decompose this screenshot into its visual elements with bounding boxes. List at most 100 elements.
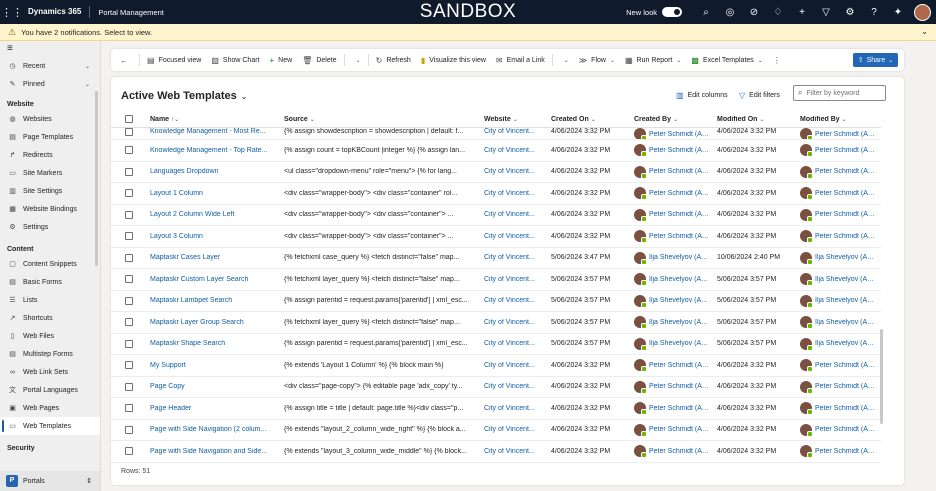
filter-icon[interactable]: ▽ <box>814 7 838 18</box>
cell-website[interactable]: City of Vincent... <box>484 147 551 154</box>
email-link-dropdown[interactable]: ⌄ <box>555 49 574 71</box>
sidebar-item-site-settings[interactable]: ▥ Site Settings <box>0 182 100 200</box>
column-header-created-on[interactable]: Created On ⌄ <box>551 116 634 123</box>
plus-icon[interactable]: + <box>790 7 814 18</box>
table-row[interactable]: Page Header {% assign title = title | def… <box>111 398 881 420</box>
cell-name[interactable]: Layout 2 Column Wide Left <box>150 211 284 218</box>
sidebar-item-content-snippets[interactable]: ▢ Content Snippets <box>0 255 100 273</box>
keyword-filter-input[interactable]: ⌕ Filter by keyword <box>793 85 886 101</box>
run-report-button[interactable]: ▦ Run Report ⌄ <box>620 49 686 71</box>
person-name[interactable]: Peter Schmidt (Avai... <box>649 131 711 138</box>
focused-view-button[interactable]: ▤ Focused view <box>142 49 206 71</box>
row-checkbox[interactable] <box>111 382 150 391</box>
cell-name[interactable]: Knowledge Management - Top Rate... <box>150 147 284 154</box>
column-header-created-by[interactable]: Created By ⌄ <box>634 116 717 123</box>
table-row[interactable]: My Support {% extends 'Layout 1 Column' %… <box>111 355 881 377</box>
sidebar-item-page-templates[interactable]: ▤ Page Templates <box>0 128 100 146</box>
cell-modified-by[interactable]: Peter Schmidt (Avai... <box>800 445 881 458</box>
cell-modified-by[interactable]: Peter Schmidt (Avai... <box>800 144 881 157</box>
more-commands-button[interactable]: ⋮ <box>768 49 790 71</box>
person-name[interactable]: Ilja Shevelyov (Availa... <box>649 297 711 304</box>
sidebar-item-lists[interactable]: ☰ Lists <box>0 291 100 309</box>
more-delete-options[interactable]: ⌄ <box>347 49 366 71</box>
person-name[interactable]: Ilja Shevelyov (Availa... <box>815 319 875 326</box>
copilot-icon[interactable]: ✦ <box>886 7 910 18</box>
person-name[interactable]: Peter Schmidt (Avai... <box>649 211 711 218</box>
cell-created-by[interactable]: Peter Schmidt (Avai... <box>634 187 717 200</box>
table-row[interactable]: Maptaskr Lambpet Search {% assign parenti… <box>111 291 881 312</box>
table-row[interactable]: Maptaskr Custom Layer Search {% fetchxml … <box>111 269 881 291</box>
table-row[interactable]: Page with Side Navigation and Side... {% … <box>111 441 881 463</box>
cell-modified-by[interactable]: Ilja Shevelyov (Availa... <box>800 251 881 264</box>
sidebar-item-settings[interactable]: ⚙ Settings <box>0 218 100 236</box>
person-name[interactable]: Peter Schmidt (Avai... <box>649 448 711 455</box>
sidebar-item-basic-forms[interactable]: ▤ Basic Forms <box>0 273 100 291</box>
cell-created-by[interactable]: Peter Schmidt (Avai... <box>634 230 717 243</box>
lightbulb-icon[interactable]: ♢ <box>766 7 790 18</box>
cell-modified-by[interactable]: Peter Schmidt (Avai... <box>800 380 881 393</box>
cell-website[interactable]: City of Vincent... <box>484 168 551 175</box>
view-selector[interactable]: Active Web Templates ⌄ <box>121 90 247 102</box>
row-checkbox[interactable] <box>111 404 150 413</box>
person-name[interactable]: Peter Schmidt (Avai... <box>649 147 711 154</box>
cell-website[interactable]: City of Vincent... <box>484 254 551 261</box>
cell-created-by[interactable]: Ilja Shevelyov (Availa... <box>634 337 717 350</box>
notification-text[interactable]: You have 2 notifications. Select to view… <box>21 28 152 37</box>
cell-website[interactable]: City of Vincent... <box>484 340 551 347</box>
person-name[interactable]: Ilja Shevelyov (Availa... <box>815 297 875 304</box>
table-row[interactable]: Knowledge Management - Most Re... {% assi… <box>111 128 881 140</box>
sidebar-item-site-markers[interactable]: ▭ Site Markers <box>0 164 100 182</box>
sidebar-item-redirects[interactable]: ↱ Redirects <box>0 146 100 164</box>
cell-modified-by[interactable]: Peter Schmidt (Avai... <box>800 359 881 372</box>
cell-website[interactable]: City of Vincent... <box>484 448 551 455</box>
row-checkbox[interactable] <box>111 253 150 262</box>
column-header-name[interactable]: Name ↑⌄ <box>150 116 284 123</box>
grid-scrollbar[interactable] <box>880 329 883 424</box>
cell-created-by[interactable]: Peter Schmidt (Avai... <box>634 128 717 139</box>
person-name[interactable]: Ilja Shevelyov (Availa... <box>815 254 875 261</box>
person-name[interactable]: Ilja Shevelyov (Availa... <box>649 254 711 261</box>
row-checkbox[interactable] <box>111 167 150 176</box>
row-checkbox[interactable] <box>111 339 150 348</box>
cell-name[interactable]: Maptaskr Layer Group Search <box>150 319 284 326</box>
user-avatar[interactable] <box>914 3 931 21</box>
cell-created-by[interactable]: Peter Schmidt (Avai... <box>634 144 717 157</box>
cell-website[interactable]: City of Vincent... <box>484 233 551 240</box>
delete-button[interactable]: 🗑 Delete <box>297 49 341 71</box>
row-checkbox[interactable] <box>111 425 150 434</box>
person-name[interactable]: Ilja Shevelyov (Availa... <box>649 319 711 326</box>
row-checkbox[interactable] <box>111 275 150 284</box>
edit-filters-button[interactable]: ▽ Edit filters <box>739 91 780 100</box>
row-checkbox[interactable] <box>111 232 150 241</box>
sidebar-item-web-link-sets[interactable]: ∞ Web Link Sets <box>0 363 100 381</box>
person-name[interactable]: Peter Schmidt (Avai... <box>649 383 711 390</box>
cell-name[interactable]: Layout 1 Column <box>150 190 284 197</box>
sidebar-item-multistep-forms[interactable]: ▤ Multistep Forms <box>0 345 100 363</box>
sidebar-item-shortcuts[interactable]: ↗ Shortcuts <box>0 309 100 327</box>
cell-name[interactable]: Page with Side Navigation (2 colum... <box>150 426 284 433</box>
person-name[interactable]: Peter Schmidt (Avai... <box>815 211 875 218</box>
row-checkbox[interactable] <box>111 447 150 456</box>
row-checkbox[interactable] <box>111 318 150 327</box>
cell-modified-by[interactable]: Peter Schmidt (Avai... <box>800 187 881 200</box>
cell-modified-by[interactable]: Peter Schmidt (Avai... <box>800 230 881 243</box>
visualize-button[interactable]: ▮ Visualize this view <box>416 49 491 71</box>
table-row[interactable]: Layout 3 Column <div class="wrapper-body"… <box>111 226 881 248</box>
sidebar-item-portal-languages[interactable]: 文 Portal Languages <box>0 381 100 399</box>
person-name[interactable]: Ilja Shevelyov (Availa... <box>649 276 711 283</box>
table-row[interactable]: Maptaskr Cases Layer {% fetchxml case_que… <box>111 248 881 269</box>
cell-website[interactable]: City of Vincent... <box>484 190 551 197</box>
person-name[interactable]: Peter Schmidt (Avai... <box>815 190 875 197</box>
sidebar-item-web-templates[interactable]: ▭ Web Templates <box>0 417 100 435</box>
cell-website[interactable]: City of Vincent... <box>484 405 551 412</box>
sidebar-item-web-pages[interactable]: ▣ Web Pages <box>0 399 100 417</box>
cell-name[interactable]: My Support <box>150 362 284 369</box>
chevron-down-icon[interactable]: ⌄ <box>921 27 928 36</box>
cell-name[interactable]: Page Copy <box>150 383 284 390</box>
help-icon[interactable]: ? <box>862 7 886 18</box>
cell-name[interactable]: Maptaskr Custom Layer Search <box>150 276 284 283</box>
flow-button[interactable]: ≫ Flow ⌄ <box>574 49 620 71</box>
cell-created-by[interactable]: Ilja Shevelyov (Availa... <box>634 273 717 286</box>
cell-name[interactable]: Page Header <box>150 405 284 412</box>
cell-modified-by[interactable]: Ilja Shevelyov (Availa... <box>800 316 881 329</box>
